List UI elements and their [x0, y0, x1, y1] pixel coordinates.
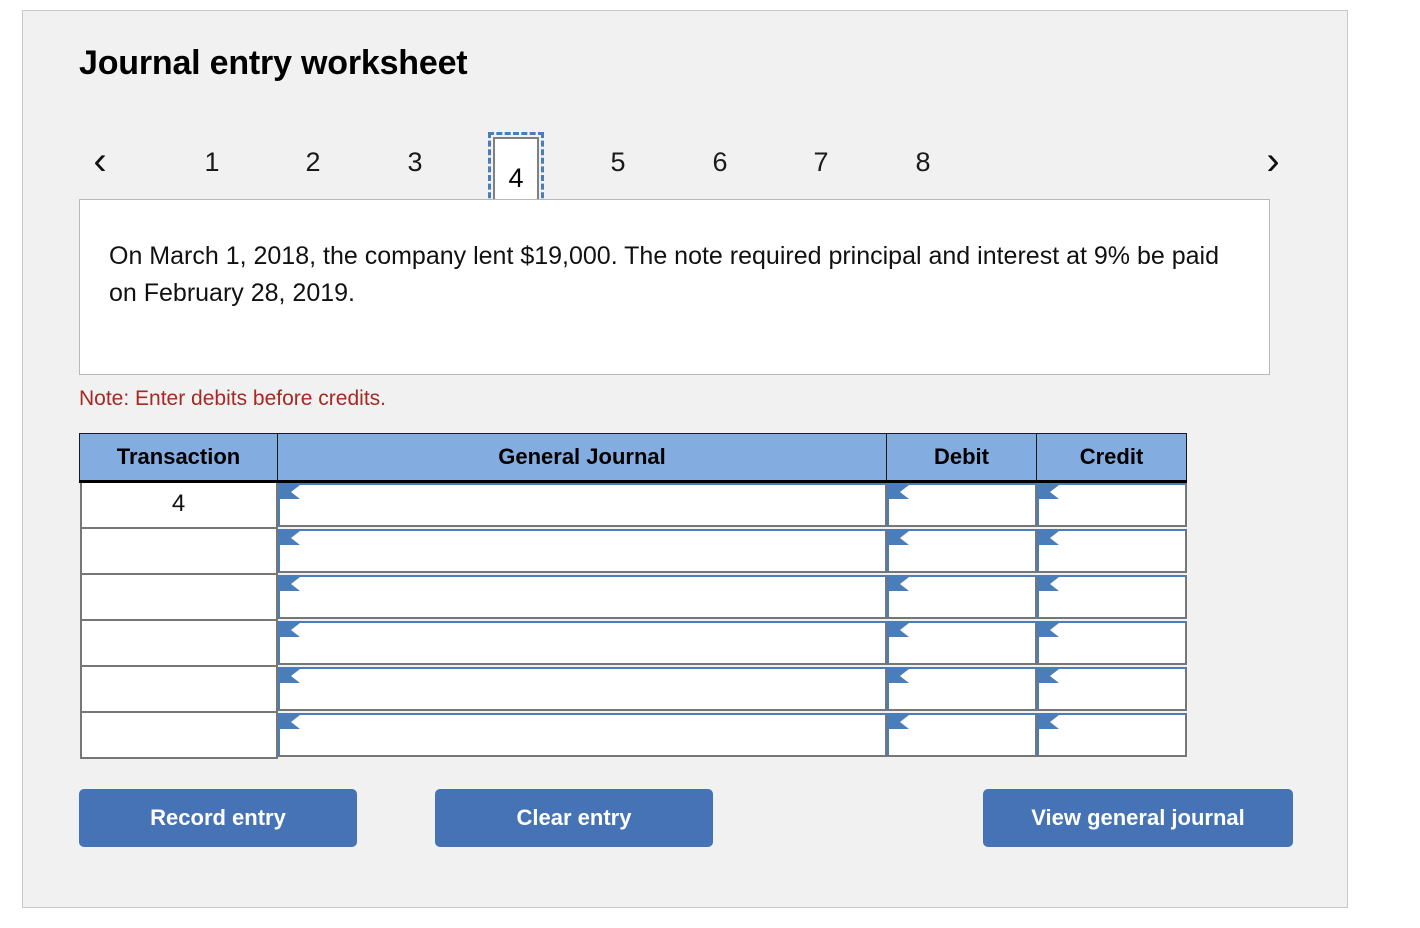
debit-input[interactable] — [886, 621, 1037, 665]
dropdown-triangle-icon — [889, 623, 901, 639]
credit-input-cell — [1036, 529, 1187, 575]
view-general-journal-button[interactable]: View general journal — [983, 789, 1293, 847]
credit-input[interactable] — [1036, 575, 1187, 619]
pagination: ‹ 12345678 › — [79, 124, 1294, 224]
debit-input[interactable] — [886, 529, 1037, 573]
debit-input[interactable] — [886, 575, 1037, 619]
pagination-page-1[interactable]: 1 — [189, 139, 235, 185]
dropdown-triangle-icon — [1039, 485, 1051, 501]
dropdown-triangle-icon — [889, 531, 901, 547]
credit-input[interactable] — [1036, 483, 1187, 527]
debit-input[interactable] — [886, 713, 1037, 757]
debit-input[interactable] — [886, 667, 1037, 711]
account-name-input-cell — [277, 667, 887, 713]
account-name-input[interactable] — [277, 621, 887, 665]
transaction-description-box: On March 1, 2018, the company lent $19,0… — [79, 199, 1270, 375]
account-name-input[interactable] — [277, 529, 887, 573]
chevron-right-icon[interactable]: › — [1252, 138, 1294, 186]
transaction-cell: 4 — [79, 481, 278, 529]
account-name-input[interactable] — [277, 483, 887, 527]
journal-entry-card: Journal entry worksheet ‹ 1 2 3 4 5 6 7 8 › On … — [22, 10, 1348, 908]
debit-input-cell — [886, 481, 1037, 529]
column-header-transaction: Transaction — [79, 433, 278, 483]
column-header-general-journal: General Journal — [277, 433, 887, 483]
debit-input-cell — [886, 667, 1037, 713]
credit-input-cell — [1036, 667, 1187, 713]
table-row — [79, 529, 1187, 575]
credit-input[interactable] — [1036, 667, 1187, 711]
pagination-page-5[interactable]: 5 — [595, 139, 641, 185]
debit-input-cell — [886, 575, 1037, 621]
account-name-input-cell — [277, 575, 887, 621]
pagination-page-3[interactable]: 3 — [392, 139, 438, 185]
pagination-page-6[interactable]: 6 — [697, 139, 743, 185]
credit-input-cell — [1036, 575, 1187, 621]
account-name-input[interactable] — [277, 713, 887, 757]
dropdown-triangle-icon — [1039, 715, 1051, 731]
debit-input[interactable] — [886, 483, 1037, 527]
dropdown-triangle-icon — [1039, 623, 1051, 639]
table-header-row: Transaction General Journal Debit Credit — [79, 433, 1187, 483]
table-row — [79, 667, 1187, 713]
debit-input-cell — [886, 529, 1037, 575]
account-name-input-cell — [277, 621, 887, 667]
journal-entry-table: Transaction General Journal Debit Credit… — [79, 433, 1187, 759]
dropdown-triangle-icon — [280, 485, 292, 501]
dropdown-triangle-icon — [1039, 531, 1051, 547]
dropdown-triangle-icon — [889, 577, 901, 593]
column-header-credit: Credit — [1036, 433, 1187, 483]
transaction-number: 4 — [79, 483, 278, 529]
account-name-input[interactable] — [277, 575, 887, 619]
pagination-page-8[interactable]: 8 — [900, 139, 946, 185]
transaction-cell — [79, 529, 278, 575]
table-row: 4 — [79, 481, 1187, 529]
transaction-number — [79, 621, 278, 667]
pagination-page-7[interactable]: 7 — [798, 139, 844, 185]
debit-input-cell — [886, 713, 1037, 759]
dropdown-triangle-icon — [1039, 669, 1051, 685]
record-entry-button[interactable]: Record entry — [79, 789, 357, 847]
debits-before-credits-note: Note: Enter debits before credits. — [79, 387, 386, 410]
dropdown-triangle-icon — [280, 531, 292, 547]
pagination-page-2[interactable]: 2 — [290, 139, 336, 185]
transaction-cell — [79, 713, 278, 759]
credit-input[interactable] — [1036, 621, 1187, 665]
credit-input-cell — [1036, 621, 1187, 667]
clear-entry-button[interactable]: Clear entry — [435, 789, 713, 847]
dropdown-triangle-icon — [889, 485, 901, 501]
table-row — [79, 621, 1187, 667]
dropdown-triangle-icon — [280, 623, 292, 639]
dropdown-triangle-icon — [1039, 577, 1051, 593]
transaction-number — [79, 575, 278, 621]
transaction-number — [79, 713, 278, 759]
credit-input-cell — [1036, 481, 1187, 529]
account-name-input-cell — [277, 713, 887, 759]
account-name-input[interactable] — [277, 667, 887, 711]
page-title: Journal entry worksheet — [79, 44, 468, 82]
credit-input[interactable] — [1036, 529, 1187, 573]
transaction-cell — [79, 621, 278, 667]
debit-input-cell — [886, 621, 1037, 667]
transaction-number — [79, 529, 278, 575]
credit-input-cell — [1036, 713, 1187, 759]
column-header-debit: Debit — [886, 433, 1037, 483]
account-name-input-cell — [277, 481, 887, 529]
transaction-description-text: On March 1, 2018, the company lent $19,0… — [109, 242, 1219, 307]
transaction-cell — [79, 667, 278, 713]
dropdown-triangle-icon — [280, 577, 292, 593]
dropdown-triangle-icon — [280, 669, 292, 685]
dropdown-triangle-icon — [889, 669, 901, 685]
dropdown-triangle-icon — [280, 715, 292, 731]
transaction-number — [79, 667, 278, 713]
transaction-cell — [79, 575, 278, 621]
chevron-left-icon[interactable]: ‹ — [79, 138, 121, 186]
dropdown-triangle-icon — [889, 715, 901, 731]
account-name-input-cell — [277, 529, 887, 575]
table-row — [79, 713, 1187, 759]
table-row — [79, 575, 1187, 621]
credit-input[interactable] — [1036, 713, 1187, 757]
